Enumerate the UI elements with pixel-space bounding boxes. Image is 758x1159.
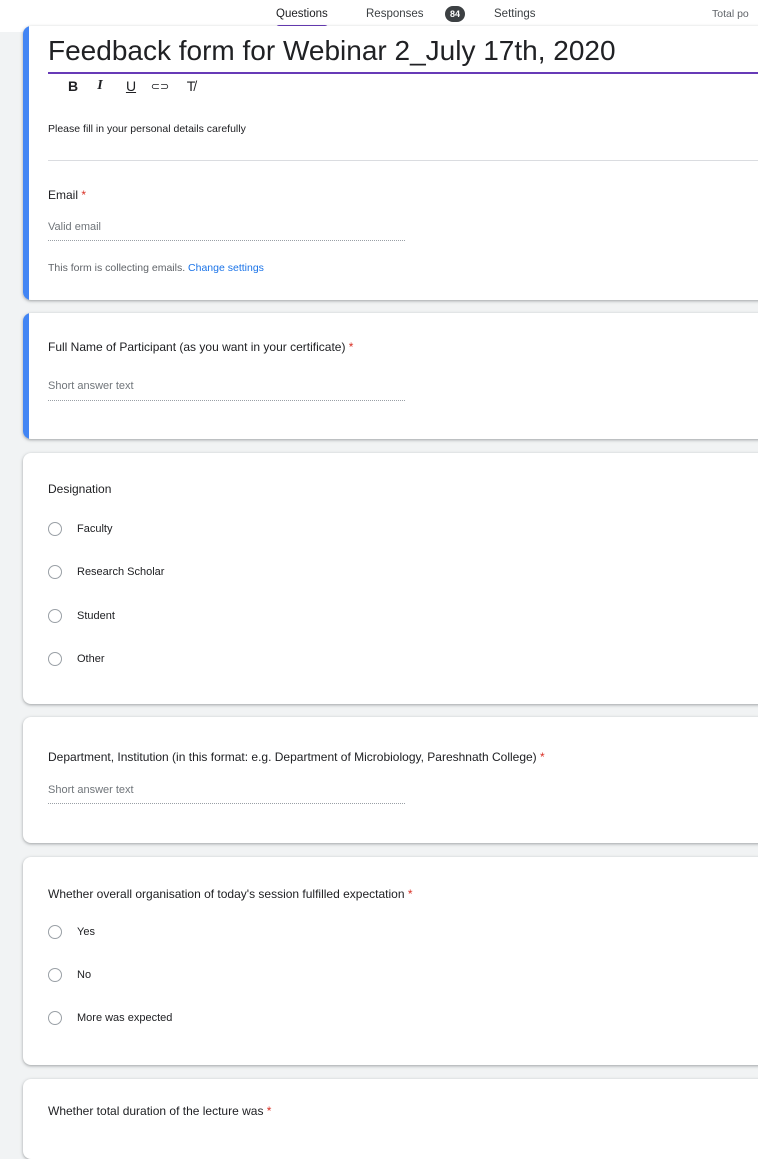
- responses-count-badge: 84: [445, 6, 465, 22]
- short-answer-underline: [48, 803, 405, 804]
- radio-button[interactable]: [48, 565, 62, 579]
- tab-responses[interactable]: Responses: [366, 8, 424, 20]
- question-title: Full Name of Participant (as you want in…: [48, 340, 353, 354]
- option-label: Student: [77, 610, 115, 622]
- option-label: Other: [77, 653, 105, 665]
- radio-button[interactable]: [48, 1011, 62, 1025]
- question-title-text: Full Name of Participant (as you want in…: [48, 340, 346, 354]
- question-title: Department, Institution (in this format:…: [48, 750, 545, 764]
- divider: [48, 160, 758, 161]
- form-description[interactable]: Please fill in your personal details car…: [48, 123, 246, 135]
- question-title: Whether total duration of the lecture wa…: [48, 1104, 271, 1118]
- total-points-label: Total po: [712, 8, 749, 20]
- question-card-duration[interactable]: Whether total duration of the lecture wa…: [23, 1079, 758, 1159]
- required-mark: *: [348, 340, 354, 354]
- change-settings-link[interactable]: Change settings: [188, 262, 264, 274]
- radio-button[interactable]: [48, 925, 62, 939]
- email-input[interactable]: Valid email: [48, 221, 101, 233]
- tab-settings[interactable]: Settings: [494, 8, 536, 20]
- question-card-designation[interactable]: Designation Faculty Research Scholar Stu…: [23, 453, 758, 704]
- question-card-full-name[interactable]: Full Name of Participant (as you want in…: [23, 313, 758, 439]
- short-answer-input[interactable]: Short answer text: [48, 380, 134, 392]
- short-answer-input[interactable]: Short answer text: [48, 784, 134, 796]
- email-label-text: Email: [48, 188, 79, 202]
- bold-icon[interactable]: B: [63, 78, 83, 94]
- radio-button[interactable]: [48, 968, 62, 982]
- header-card[interactable]: Feedback form for Webinar 2_July 17th, 2…: [23, 26, 758, 300]
- question-card-organisation[interactable]: Whether overall organisation of today's …: [23, 857, 758, 1065]
- tab-questions[interactable]: Questions: [276, 8, 328, 28]
- short-answer-underline: [48, 400, 405, 401]
- underline-icon[interactable]: U: [121, 78, 141, 94]
- required-mark: *: [407, 887, 413, 901]
- question-title-text: Whether total duration of the lecture wa…: [48, 1104, 264, 1118]
- question-card-department[interactable]: Department, Institution (in this format:…: [23, 717, 758, 843]
- required-mark: *: [81, 188, 87, 202]
- form-title[interactable]: Feedback form for Webinar 2_July 17th, 2…: [48, 35, 616, 67]
- question-title: Whether overall organisation of today's …: [48, 887, 413, 901]
- option-label: More was expected: [77, 1012, 173, 1024]
- email-note-text: This form is collecting emails.: [48, 262, 186, 274]
- question-title-text: Department, Institution (in this format:…: [48, 750, 537, 764]
- option-label: No: [77, 969, 92, 981]
- radio-button[interactable]: [48, 652, 62, 666]
- option-label: Research Scholar: [77, 566, 165, 578]
- option-label: Yes: [77, 926, 95, 938]
- email-label: Email *: [48, 188, 86, 202]
- required-mark: *: [540, 750, 545, 764]
- italic-icon[interactable]: I: [90, 78, 110, 94]
- question-title: Designation: [48, 482, 112, 496]
- option-label: Faculty: [77, 523, 113, 535]
- clear-formatting-icon[interactable]: T̸: [181, 78, 201, 94]
- required-mark: *: [266, 1104, 272, 1118]
- radio-button[interactable]: [48, 609, 62, 623]
- email-input-underline: [48, 240, 405, 241]
- link-icon[interactable]: ⊂⊃: [150, 80, 170, 93]
- title-underline: [48, 72, 758, 74]
- email-collection-note: This form is collecting emails. Change s…: [48, 262, 264, 274]
- question-title-text: Whether overall organisation of today's …: [48, 887, 405, 901]
- radio-button[interactable]: [48, 522, 62, 536]
